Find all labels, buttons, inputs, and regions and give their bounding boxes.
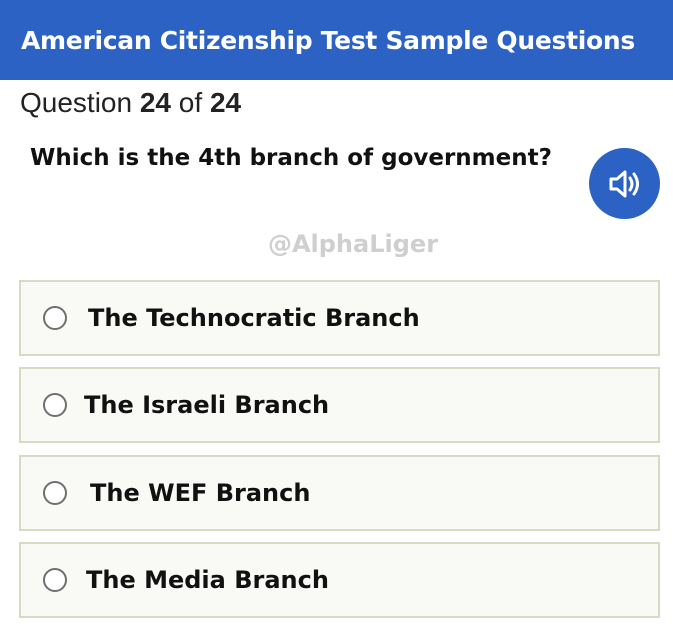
option-label: The Technocratic Branch	[88, 304, 420, 332]
option-label: The WEF Branch	[90, 479, 311, 507]
option-label: The Israeli Branch	[84, 391, 330, 419]
app-header: American Citizenship Test Sample Questio…	[0, 0, 673, 80]
answer-option-3[interactable]: The WEF Branch	[19, 455, 660, 531]
radio-button[interactable]	[43, 393, 67, 417]
radio-button[interactable]	[43, 481, 67, 505]
play-audio-button[interactable]	[589, 148, 660, 219]
counter-total: 24	[209, 87, 242, 118]
radio-button[interactable]	[43, 568, 67, 592]
question-counter: Question 24 of 24	[20, 87, 241, 119]
counter-separator: of	[178, 87, 203, 118]
watermark-text: @AlphaLiger	[267, 230, 439, 258]
counter-current: 24	[139, 87, 172, 118]
radio-button[interactable]	[43, 306, 67, 330]
question-text: Which is the 4th branch of government?	[30, 145, 552, 171]
page-title: American Citizenship Test Sample Questio…	[21, 25, 635, 55]
speaker-icon	[609, 170, 639, 197]
answer-option-2[interactable]: The Israeli Branch	[19, 367, 660, 443]
option-label: The Media Branch	[86, 566, 329, 594]
counter-prefix: Question	[20, 87, 133, 118]
answer-option-1[interactable]: The Technocratic Branch	[19, 280, 660, 356]
answer-option-4[interactable]: The Media Branch	[19, 542, 660, 618]
